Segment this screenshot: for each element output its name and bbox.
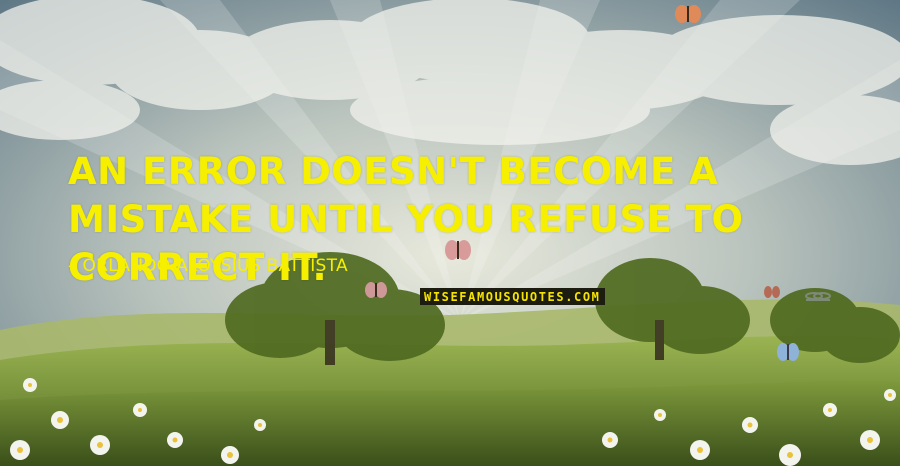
quote-image: AN ERROR DOESN'T BECOME A MISTAKE UNTIL …: [0, 0, 900, 466]
site-watermark: WISEFAMOUSQUOTES.COM: [420, 288, 605, 305]
watermark-text: WISEFAMOUSQUOTES.COM: [424, 289, 601, 304]
author-name: ORLANDO ALOYSIUS BATTISTA: [82, 256, 348, 276]
butterfly-icon: [777, 343, 799, 361]
quote-author: - ORLANDO ALOYSIUS BATTISTA: [68, 256, 348, 276]
butterfly-icon: [675, 5, 701, 23]
author-dash: -: [68, 256, 75, 276]
foreground-grass: [0, 380, 900, 466]
